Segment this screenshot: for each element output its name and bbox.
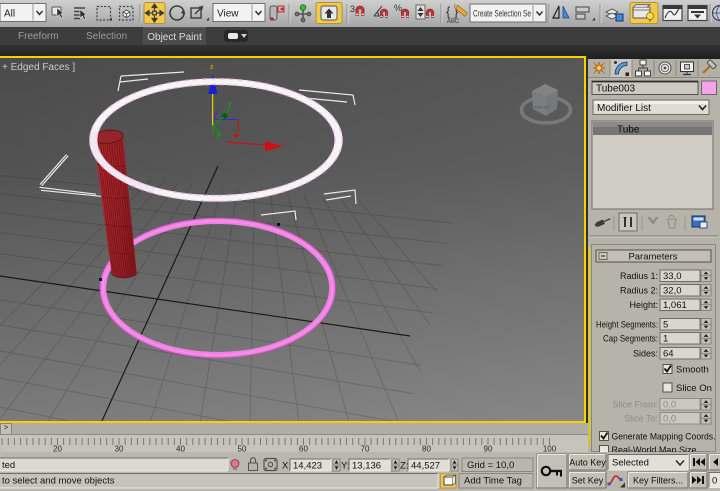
svg-text:All: All <box>4 9 15 20</box>
svg-text:14,423: 14,423 <box>293 461 322 472</box>
svg-text:Selected: Selected <box>612 458 649 469</box>
svg-text:Add Time Tag: Add Time Tag <box>464 476 522 487</box>
svg-text:0: 0 <box>712 476 717 487</box>
svg-text:Auto Key: Auto Key <box>569 458 606 468</box>
svg-text:Height Segments:: Height Segments: <box>596 320 658 330</box>
svg-text:Slice On: Slice On <box>676 383 712 394</box>
svg-text:y: y <box>228 100 232 107</box>
svg-text:Radius 2:: Radius 2: <box>620 286 658 296</box>
svg-text:Height:: Height: <box>629 300 658 310</box>
svg-text:Z:: Z: <box>400 461 408 472</box>
svg-text:Grid = 10,0: Grid = 10,0 <box>467 460 514 471</box>
svg-text:ted: ted <box>2 460 15 471</box>
svg-text:View: View <box>217 9 239 20</box>
svg-text:0,0: 0,0 <box>663 400 676 411</box>
svg-text:FRONT: FRONT <box>534 105 550 110</box>
svg-text:Radius 1:: Radius 1: <box>620 271 658 281</box>
svg-text:33,0: 33,0 <box>663 271 682 282</box>
svg-text:Y:: Y: <box>341 461 349 472</box>
svg-text:1,061: 1,061 <box>663 300 687 311</box>
svg-text:Generate Mapping Coords.: Generate Mapping Coords. <box>612 432 716 442</box>
svg-text:%: % <box>394 3 402 13</box>
svg-text:5: 5 <box>663 320 668 331</box>
svg-text:Cap Segments:: Cap Segments: <box>603 334 658 344</box>
svg-text:Slice From:: Slice From: <box>612 400 658 410</box>
svg-text:Sides:: Sides: <box>633 349 658 359</box>
svg-text:to select and move objects: to select and move objects <box>2 476 115 487</box>
svg-text:Create Selection Se: Create Selection Se <box>473 9 531 19</box>
svg-text:44,527: 44,527 <box>411 461 440 472</box>
svg-text:Set Key: Set Key <box>572 476 604 486</box>
svg-text:Smooth: Smooth <box>676 365 709 376</box>
svg-text:Key Filters...: Key Filters... <box>633 476 683 486</box>
svg-text:x: x <box>286 139 290 148</box>
svg-text:3: 3 <box>350 4 355 14</box>
svg-text:ABC: ABC <box>447 19 460 25</box>
svg-text:Slice To:: Slice To: <box>624 414 658 424</box>
svg-text:32,0: 32,0 <box>663 286 682 297</box>
svg-text:0,0: 0,0 <box>663 414 676 425</box>
svg-text:64: 64 <box>663 349 674 360</box>
svg-text:13,136: 13,136 <box>352 461 381 472</box>
svg-text:1: 1 <box>663 334 668 345</box>
svg-text:Real-World Map Size: Real-World Map Size <box>612 445 697 452</box>
svg-text:z: z <box>210 64 214 71</box>
